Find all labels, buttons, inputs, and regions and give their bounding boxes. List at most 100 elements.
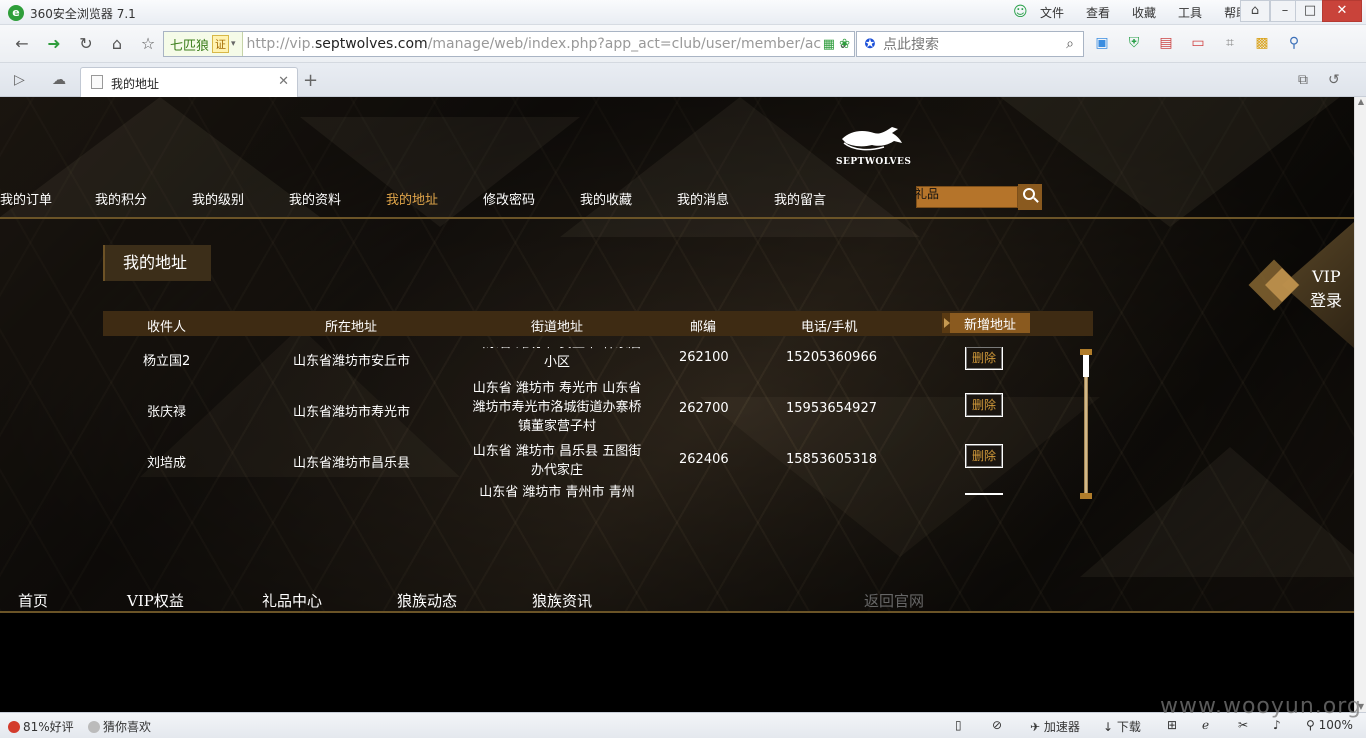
maximize-button[interactable]: □ xyxy=(1295,0,1325,22)
nav-my-favorites[interactable]: 我的收藏 xyxy=(580,189,632,208)
delete-label: 删除 xyxy=(966,347,1002,369)
volume-icon[interactable]: ♪ xyxy=(1273,718,1281,732)
page-scrollbar[interactable]: ▲ ▼ xyxy=(1354,97,1366,712)
table-row: 刘培成 山东省潍坊市昌乐县 山东省 潍坊市 昌乐县 五图街办代家庄 262406… xyxy=(103,436,1078,487)
download-label: 下载 xyxy=(1116,720,1141,734)
url-dropdown-icon[interactable]: ⌄ xyxy=(831,32,855,56)
close-window-button[interactable]: ✕ xyxy=(1322,0,1362,22)
phone: 15205360966 xyxy=(786,350,877,365)
forward-icon[interactable]: ➜ xyxy=(42,32,66,56)
back-icon[interactable]: ← xyxy=(10,32,34,56)
nav-my-points[interactable]: 我的积分 xyxy=(95,189,147,208)
footer-wolf-news[interactable]: 狼族动态 xyxy=(397,590,457,611)
footer-home[interactable]: 首页 xyxy=(18,590,48,611)
search-input[interactable]: 点此搜索 xyxy=(883,34,1057,54)
street-address: 山东省 潍坊市 昌乐县 五图街办代家庄 xyxy=(472,444,642,478)
url-text[interactable]: http://vip.septwolves.com/manage/web/ind… xyxy=(243,36,823,52)
nav-my-level[interactable]: 我的级别 xyxy=(192,189,244,208)
nav-my-profile[interactable]: 我的资料 xyxy=(289,189,341,208)
shirt-icon[interactable]: ⌂ xyxy=(1240,0,1270,22)
footer-gift-center[interactable]: 礼品中心 xyxy=(262,590,322,611)
calendar-icon[interactable]: ▤ xyxy=(1156,35,1176,51)
add-tab-icon[interactable]: + xyxy=(303,72,318,90)
nav-my-address[interactable]: 我的地址 xyxy=(386,189,438,208)
add-address-button[interactable]: 新增地址 xyxy=(942,313,1030,333)
delete-button[interactable]: 删除 xyxy=(965,393,1003,417)
gift-search-input[interactable]: 礼品 xyxy=(915,186,1018,208)
footer-vip-benefits[interactable]: VIP权益 xyxy=(127,590,184,611)
delete-label: 删除 xyxy=(966,394,1002,416)
menu-file[interactable]: 文件 xyxy=(1040,4,1064,21)
nav-my-comments[interactable]: 我的留言 xyxy=(774,189,826,208)
street-address: 山东省 潍坊市 安丘市 韩家后小区 xyxy=(473,347,641,370)
accelerator-button[interactable]: ✈ 加速器 xyxy=(1030,718,1080,735)
guess-label: 猜你喜欢 xyxy=(103,720,152,734)
recipient-name: 刘培成 xyxy=(147,456,187,471)
search-engine-icon[interactable]: ✪ xyxy=(857,37,883,52)
scroll-thumb[interactable] xyxy=(1083,355,1089,377)
star-icon[interactable]: ☆ xyxy=(136,32,160,56)
site-identity-badge[interactable]: 七匹狼 证 ▾ xyxy=(164,32,243,56)
menu-favorites[interactable]: 收藏 xyxy=(1132,4,1156,21)
footer-wolf-info[interactable]: 狼族资讯 xyxy=(532,590,592,611)
table-scrollbar[interactable] xyxy=(1079,349,1093,499)
shield-icon[interactable]: ⛨ xyxy=(1124,35,1144,51)
scroll-up-icon[interactable]: ▲ xyxy=(1356,97,1366,107)
guess-you-like[interactable]: 猜你喜欢 xyxy=(88,718,151,735)
vip-login-badge[interactable]: VIP 登录 xyxy=(1248,215,1354,355)
septwolves-logo[interactable]: SEPTWOLVES xyxy=(836,125,911,171)
download-button[interactable]: ↓ 下载 xyxy=(1103,718,1141,735)
phone: 15853605318 xyxy=(786,452,877,467)
search-icon-handle xyxy=(1033,197,1039,203)
layout-icon[interactable]: ⊞ xyxy=(1167,718,1177,732)
rating-status[interactable]: 81%好评 xyxy=(8,718,74,735)
home-icon[interactable]: ⌂ xyxy=(105,32,129,56)
menu-view[interactable]: 查看 xyxy=(1086,4,1110,21)
nav-my-messages[interactable]: 我的消息 xyxy=(677,189,729,208)
zoom-icon[interactable]: ⚲ xyxy=(1284,35,1304,51)
cloud-icon[interactable]: ☁ xyxy=(52,72,66,88)
mobile-icon[interactable]: ▯ xyxy=(955,718,962,732)
tab-bar: ▷ ☁ 我的地址 ✕ + ⧉ ↺ xyxy=(0,63,1366,97)
close-icon[interactable]: ✕ xyxy=(278,74,289,89)
zip-code: 262100 xyxy=(679,350,729,365)
user-icon[interactable]: ☺ xyxy=(1013,4,1029,20)
delete-button[interactable]: 删除 xyxy=(965,347,1003,370)
rating-label: 81%好评 xyxy=(23,720,74,734)
cleanup-icon[interactable]: ✂ xyxy=(1238,718,1248,732)
ie-icon[interactable]: ℯ xyxy=(1202,718,1209,732)
watermark: www.wooyun.org xyxy=(1160,694,1362,719)
col-phone: 电话/手机 xyxy=(801,320,858,335)
screenshot-icon[interactable]: ⌗ xyxy=(1220,35,1240,51)
nav-my-orders[interactable]: 我的订单 xyxy=(0,189,52,208)
street-address: 山东省 潍坊市 寿光市 山东省潍坊市寿光市洛城街道办寨桥镇董家营子村 xyxy=(472,381,642,434)
accelerator-label: 加速器 xyxy=(1043,720,1080,734)
menu-bar: 文件 查看 收藏 工具 帮助 xyxy=(1040,4,1270,21)
gift-icon[interactable]: ▩ xyxy=(1252,35,1272,51)
apps-icon[interactable]: ▣ xyxy=(1092,35,1112,51)
recipient-name: 杨立国2 xyxy=(143,354,191,369)
region: 山东省潍坊市昌乐县 xyxy=(293,456,411,471)
nav-change-password[interactable]: 修改密码 xyxy=(483,189,535,208)
pdf-icon[interactable]: ▭ xyxy=(1188,35,1208,51)
search-icon[interactable]: ⌕ xyxy=(1057,36,1083,52)
footer-official-site[interactable]: 返回官网 xyxy=(864,590,924,611)
search-box[interactable]: ✪ 点此搜索 ⌕ xyxy=(856,31,1084,57)
zoom-control[interactable]: ⚲ 100% xyxy=(1306,718,1353,732)
menu-tools[interactable]: 工具 xyxy=(1178,4,1202,21)
table-row: 山东省 潍坊市 青州市 青州 xyxy=(103,485,1078,499)
vip-label: VIP xyxy=(1312,267,1341,286)
delete-button[interactable]: 删除 xyxy=(965,444,1003,468)
gift-search-button[interactable] xyxy=(1018,184,1042,210)
compass-icon[interactable]: ⊘ xyxy=(992,718,1002,732)
refresh-icon[interactable]: ↻ xyxy=(74,32,98,56)
sidebar-toggle-icon[interactable]: ▷ xyxy=(14,72,25,88)
browser-logo-icon: e xyxy=(8,5,24,21)
tab-list-icon[interactable]: ⧉ xyxy=(1298,72,1308,88)
magnifier-icon: ⚲ xyxy=(1306,718,1319,732)
url-bar[interactable]: 七匹狼 证 ▾ http://vip.septwolves.com/manage… xyxy=(163,31,855,57)
tab-my-address[interactable]: 我的地址 ✕ xyxy=(80,67,298,97)
street-address: 山东省 潍坊市 青州市 青州 xyxy=(479,485,635,499)
undo-close-icon[interactable]: ↺ xyxy=(1328,72,1340,88)
footer-divider xyxy=(0,611,1354,613)
